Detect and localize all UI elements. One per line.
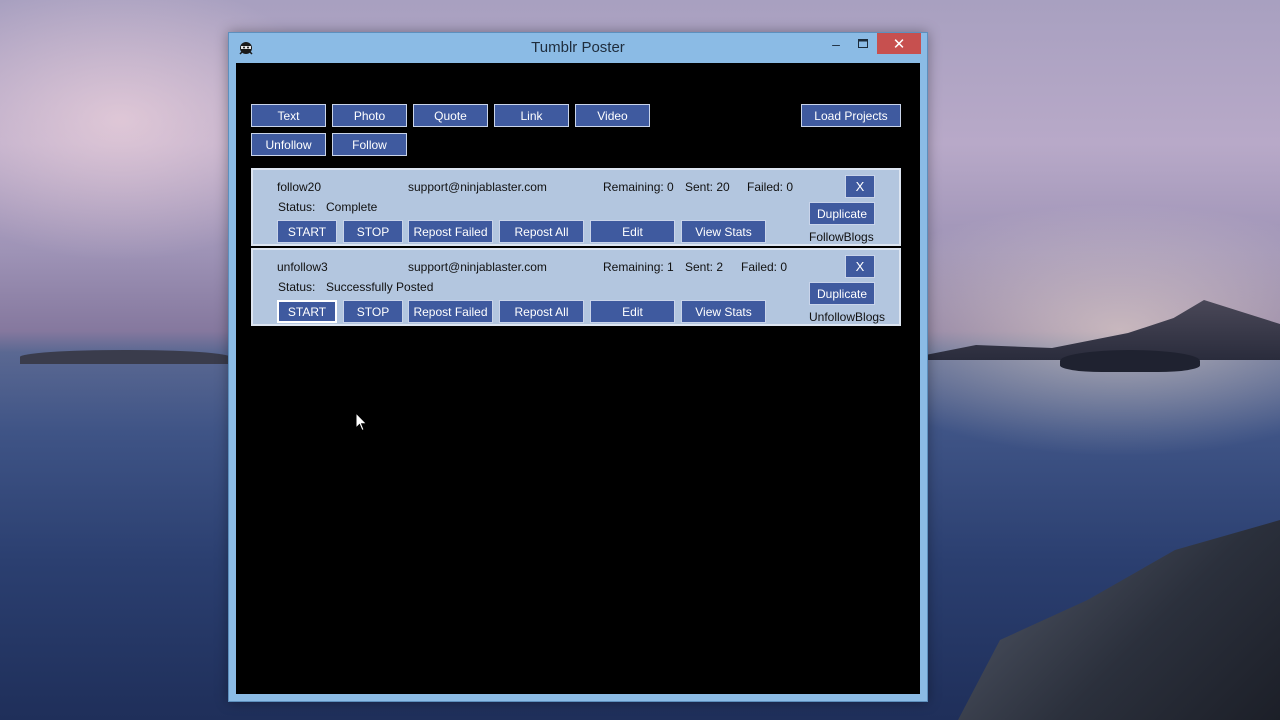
start-button[interactable]: START — [277, 220, 337, 243]
close-icon[interactable]: ✕ — [877, 33, 921, 54]
failed-count: Failed: 0 — [741, 260, 788, 274]
repost-all-button[interactable]: Repost All — [499, 220, 584, 243]
project-email: support@ninjablaster.com — [408, 260, 547, 274]
window-title: Tumblr Poster — [531, 39, 625, 56]
sent-count: Sent: 20 — [685, 180, 730, 194]
remaining-count: Remaining: 1 — [603, 260, 674, 274]
main-panel: Text Photo Quote Link Video Load Project… — [236, 63, 920, 694]
photo-post-button[interactable]: Photo — [332, 104, 407, 127]
sent-count: Sent: 2 — [685, 260, 724, 274]
status-value: Successfully Posted — [326, 280, 434, 294]
quote-post-button[interactable]: Quote — [413, 104, 488, 127]
background-cliff — [958, 520, 1280, 720]
duplicate-button[interactable]: Duplicate — [809, 282, 875, 305]
repost-failed-button[interactable]: Repost Failed — [408, 300, 493, 323]
project-email: support@ninjablaster.com — [408, 180, 547, 194]
stop-button[interactable]: STOP — [343, 220, 403, 243]
project-panel: follow20 support@ninjablaster.com Remain… — [251, 168, 901, 246]
view-stats-button[interactable]: View Stats — [681, 300, 766, 323]
project-name: follow20 — [277, 180, 322, 194]
repost-failed-button[interactable]: Repost Failed — [408, 220, 493, 243]
edit-button[interactable]: Edit — [590, 300, 675, 323]
edit-button[interactable]: Edit — [590, 220, 675, 243]
remove-project-button[interactable]: X — [845, 255, 875, 278]
failed-count: Failed: 0 — [747, 180, 794, 194]
start-button[interactable]: START — [277, 300, 337, 323]
project-panel: unfollow3 support@ninjablaster.com Remai… — [251, 248, 901, 326]
video-post-button[interactable]: Video — [575, 104, 650, 127]
repost-all-button[interactable]: Repost All — [499, 300, 584, 323]
mouse-pointer-icon — [355, 412, 368, 432]
link-post-button[interactable]: Link — [494, 104, 569, 127]
status-label: Status: — [278, 200, 316, 214]
status-value: Complete — [326, 200, 378, 214]
remaining-count: Remaining: 0 — [603, 180, 674, 194]
project-type: FollowBlogs — [809, 230, 874, 244]
remove-project-button[interactable]: X — [845, 175, 875, 198]
duplicate-button[interactable]: Duplicate — [809, 202, 875, 225]
load-projects-button[interactable]: Load Projects — [801, 104, 901, 127]
maximize-icon[interactable] — [852, 33, 874, 54]
title-bar[interactable]: Tumblr Poster – ✕ — [229, 33, 927, 63]
project-type: UnfollowBlogs — [809, 310, 886, 324]
text-post-button[interactable]: Text — [251, 104, 326, 127]
background-rock — [1060, 350, 1200, 372]
stop-button[interactable]: STOP — [343, 300, 403, 323]
view-stats-button[interactable]: View Stats — [681, 220, 766, 243]
follow-button[interactable]: Follow — [332, 133, 407, 156]
app-window: Tumblr Poster – ✕ Text Photo Quote Link … — [228, 32, 928, 702]
status-label: Status: — [278, 280, 316, 294]
minimize-icon[interactable]: – — [825, 33, 847, 54]
background-island — [20, 350, 230, 364]
project-name: unfollow3 — [277, 260, 328, 274]
unfollow-button[interactable]: Unfollow — [251, 133, 326, 156]
